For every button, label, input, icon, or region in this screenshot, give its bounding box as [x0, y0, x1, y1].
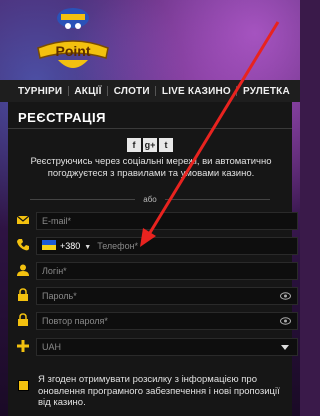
- nav-live-casino[interactable]: LIVE КАЗИНО: [162, 86, 231, 97]
- main-nav: ТУРНІРИ АКЦІЇ СЛОТИ LIVE КАЗИНО РУЛЕТКА: [0, 80, 300, 102]
- nav-tournaments[interactable]: ТУРНІРИ: [18, 86, 62, 97]
- ukraine-flag-icon[interactable]: [42, 240, 56, 250]
- phone-icon: [17, 239, 29, 251]
- phone-field[interactable]: +380 ▼ Телефон*: [36, 237, 298, 255]
- plus-icon: [17, 340, 29, 352]
- eye-icon[interactable]: [280, 317, 291, 325]
- currency-select[interactable]: UAH: [36, 338, 298, 356]
- nav-roulette[interactable]: РУЛЕТКА: [243, 86, 290, 97]
- password-field[interactable]: Пароль*: [36, 287, 298, 305]
- logo-text: Point: [56, 43, 91, 59]
- registration-title: РЕЄСТРАЦІЯ: [18, 110, 106, 125]
- social-notice: Реєструючись через соціальні мережі, ви …: [30, 156, 272, 179]
- chevron-down-icon[interactable]: ▼: [84, 244, 91, 251]
- password-repeat-field[interactable]: Повтор пароля*: [36, 312, 298, 330]
- login-field[interactable]: Логін*: [36, 262, 298, 280]
- phone-row: +380 ▼ Телефон*: [14, 237, 298, 255]
- login-row: Логін*: [14, 262, 298, 280]
- social-login-buttons: f g+ t: [127, 138, 173, 152]
- user-icon: [17, 264, 29, 276]
- password-repeat-row: Повтор пароля*: [14, 312, 298, 330]
- phone-code[interactable]: +380: [60, 241, 80, 251]
- currency-row: UAH: [14, 338, 298, 356]
- nav-divider: [107, 86, 109, 96]
- or-label: або: [143, 194, 157, 204]
- lock-icon: [18, 313, 28, 326]
- email-field[interactable]: E-mail*: [36, 212, 298, 230]
- chevron-down-icon[interactable]: [281, 345, 289, 350]
- email-row: E-mail*: [14, 212, 298, 230]
- consent-text: Я згоден отримувати розсилку з інформаці…: [38, 374, 280, 408]
- google-plus-icon[interactable]: g+: [143, 138, 157, 152]
- phone-placeholder: Телефон*: [97, 241, 139, 251]
- nav-divider: [236, 86, 238, 96]
- nav-promotions[interactable]: АКЦІЇ: [74, 86, 101, 97]
- facebook-icon[interactable]: f: [127, 138, 141, 152]
- nav-slots[interactable]: СЛОТИ: [114, 86, 150, 97]
- envelope-icon: [16, 215, 30, 224]
- password-row: Пароль*: [14, 287, 298, 305]
- nav-divider: [67, 86, 69, 96]
- lock-icon: [18, 288, 28, 301]
- consent-checkbox[interactable]: [18, 380, 29, 391]
- eye-icon[interactable]: [280, 292, 291, 300]
- title-divider: [8, 128, 292, 129]
- twitter-icon[interactable]: t: [159, 138, 173, 152]
- point-logo[interactable]: Point: [28, 4, 118, 76]
- nav-divider: [155, 86, 157, 96]
- or-divider: або: [30, 194, 271, 204]
